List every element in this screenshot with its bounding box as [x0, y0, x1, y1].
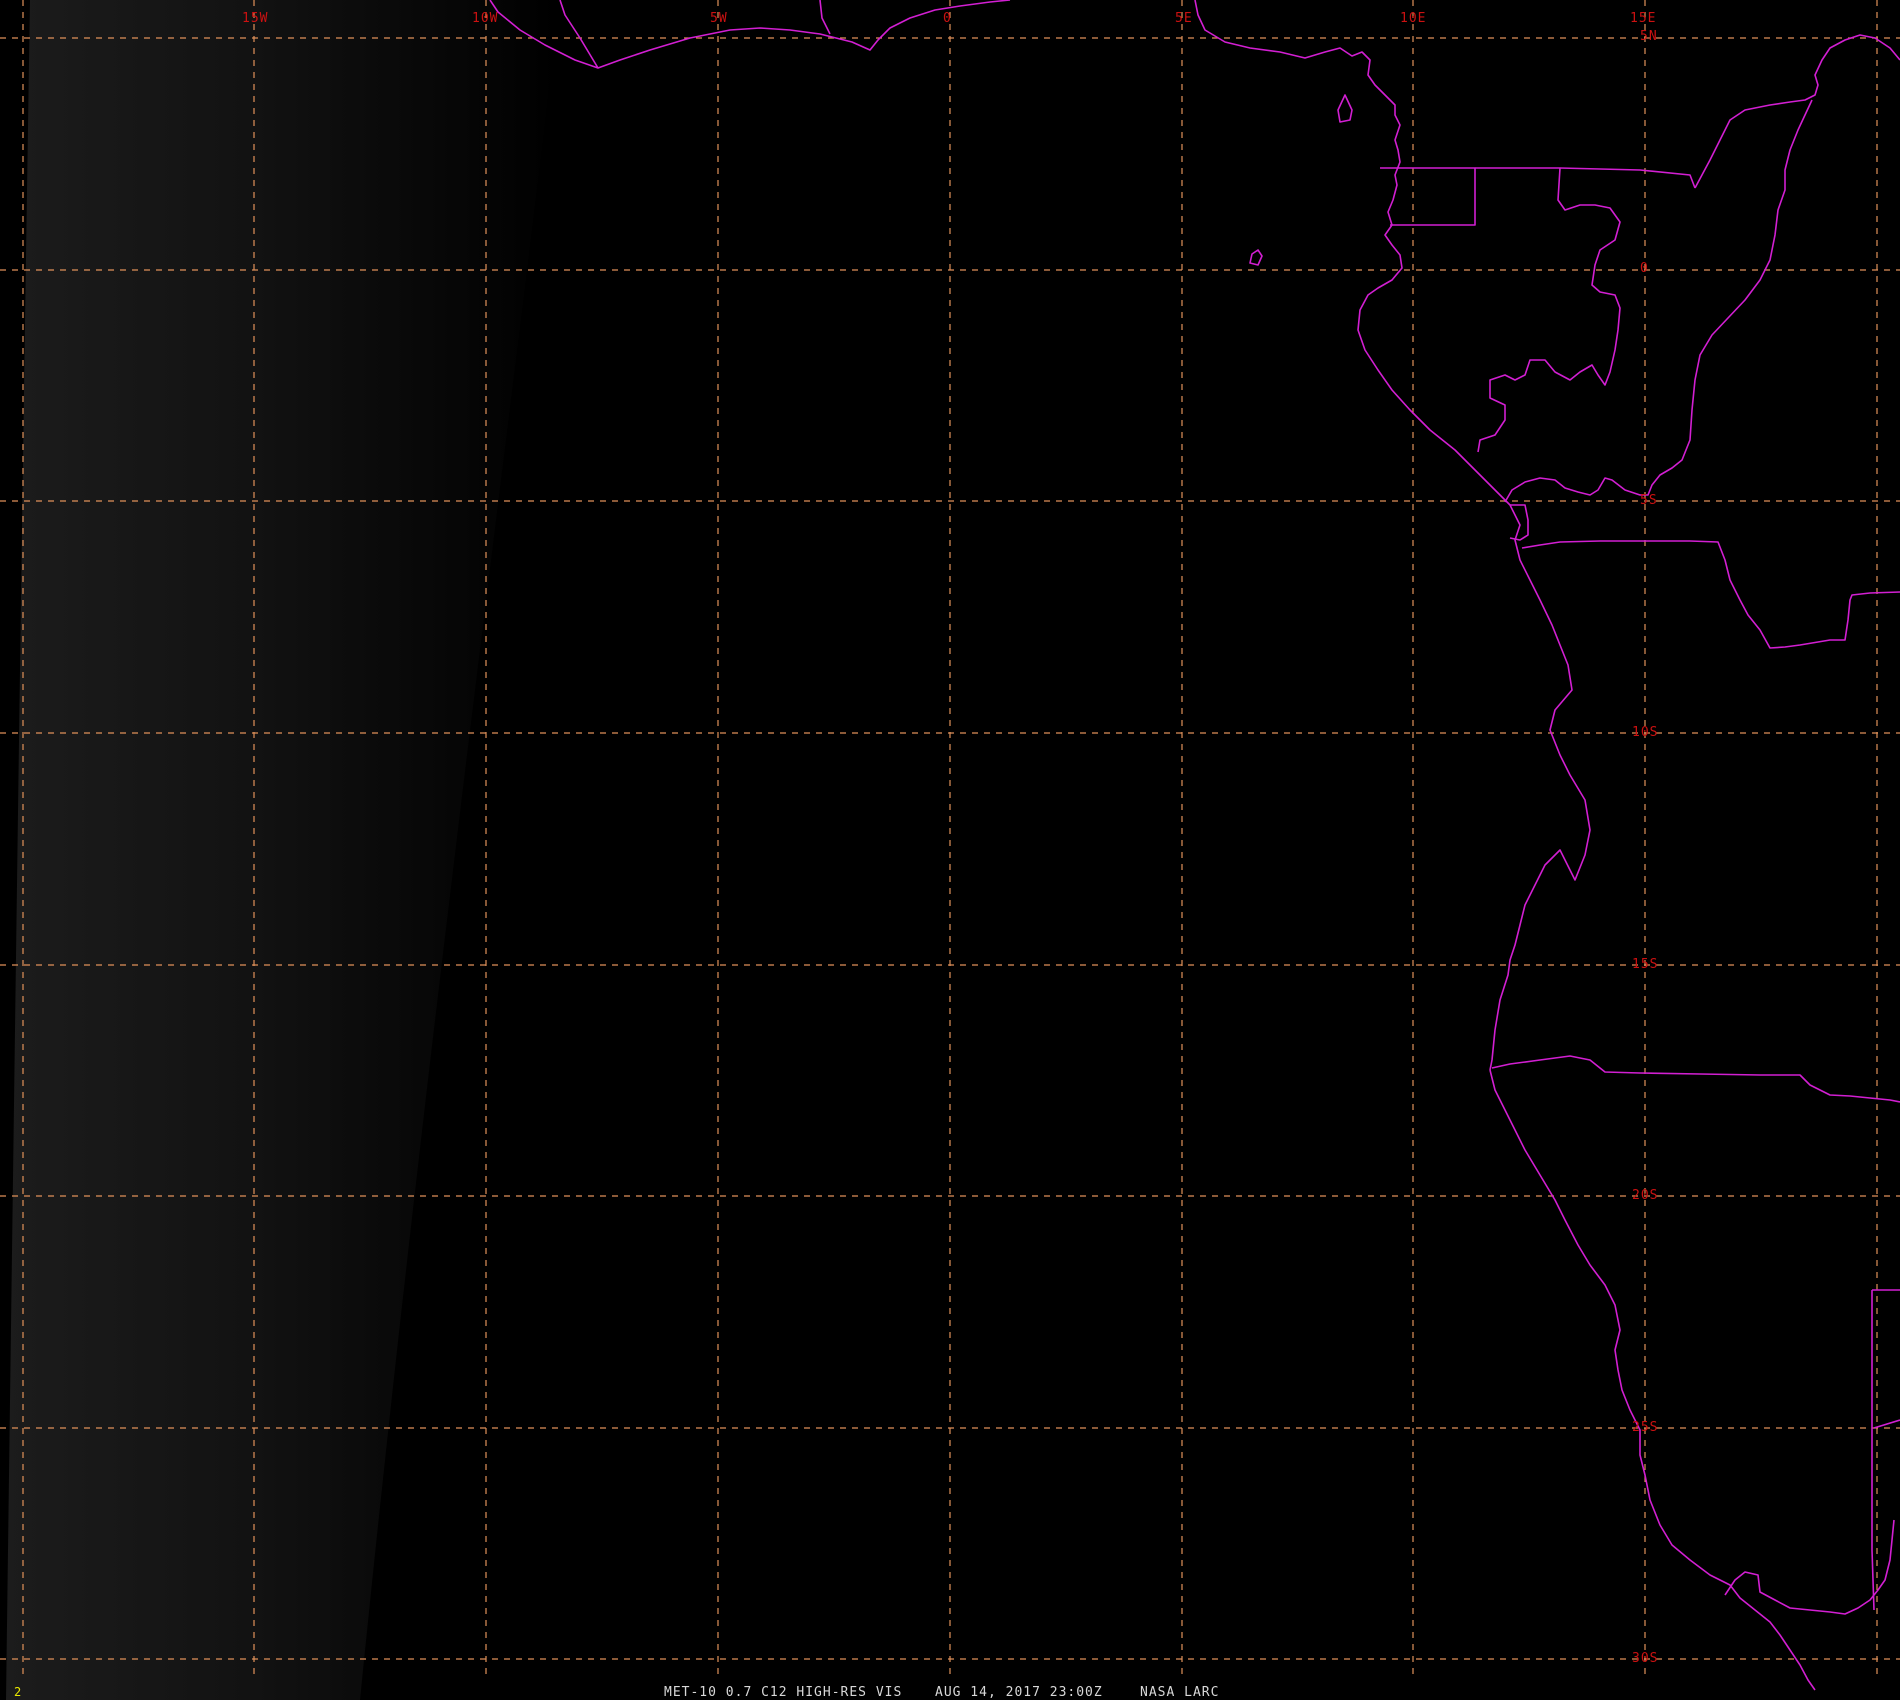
lat-label-30s: 30S [1632, 1651, 1658, 1666]
nigeria-cameroon-coastline [1194, 0, 1591, 1071]
source-label: NASA LARC [1140, 1685, 1219, 1700]
map-canvas: 15W 10W 5W 0 5E 10E 15E 5N 0 5S 10S 15S … [0, 0, 1900, 1700]
datetime-label: AUG 14, 2017 23:00Z [935, 1685, 1103, 1700]
namibia-eastern-border [1871, 1290, 1875, 1611]
sao-tome-island [1249, 249, 1263, 266]
frame-number: 2 [14, 1685, 21, 1699]
angola-namibia-border [1491, 1055, 1900, 1103]
lat-label-5n: 5N [1640, 29, 1658, 44]
lon-label-15w: 15W [242, 11, 268, 26]
lat-label-15s: 15S [1632, 957, 1658, 972]
product-label: MET-10 0.7 C12 HIGH-RES VIS [664, 1685, 902, 1700]
lat-label-10s: 10S [1632, 725, 1658, 740]
ghana-border-segment [819, 0, 831, 35]
lat-label-5s: 5S [1640, 493, 1658, 508]
west-africa-coastline [489, 0, 1011, 69]
lat-label-25s: 25S [1632, 1420, 1658, 1435]
south-africa-coast-east [1724, 1519, 1895, 1615]
namibia-south-border [1873, 1419, 1900, 1429]
namibia-coastline [1489, 1069, 1816, 1691]
political-boundaries [489, 0, 1900, 1691]
drc-western-border [1504, 99, 1813, 503]
lat-label-20s: 20S [1632, 1188, 1658, 1203]
congo-border [1477, 167, 1621, 453]
lon-label-5w: 5W [710, 11, 728, 26]
cameroon-gabon-border [1475, 167, 1696, 189]
latitude-labels: 5N 0 5S 10S 15S 20S 25S 30S [1632, 29, 1658, 1666]
lon-label-10w: 10W [472, 11, 498, 26]
bioko-island [1337, 94, 1353, 123]
lon-label-5e: 5E [1175, 11, 1193, 26]
earth-limb-glow [0, 0, 560, 1700]
lon-label-10e: 10E [1400, 11, 1426, 26]
lat-label-0: 0 [1640, 261, 1649, 276]
congo-drc-border [1694, 34, 1900, 189]
angola-drc-border [1521, 540, 1900, 649]
guinea-border-segment [559, 0, 599, 69]
lon-label-0: 0 [943, 11, 952, 26]
lon-label-15e: 15E [1630, 11, 1656, 26]
satellite-map: 15W 10W 5W 0 5E 10E 15E 5N 0 5S 10S 15S … [0, 0, 1900, 1700]
